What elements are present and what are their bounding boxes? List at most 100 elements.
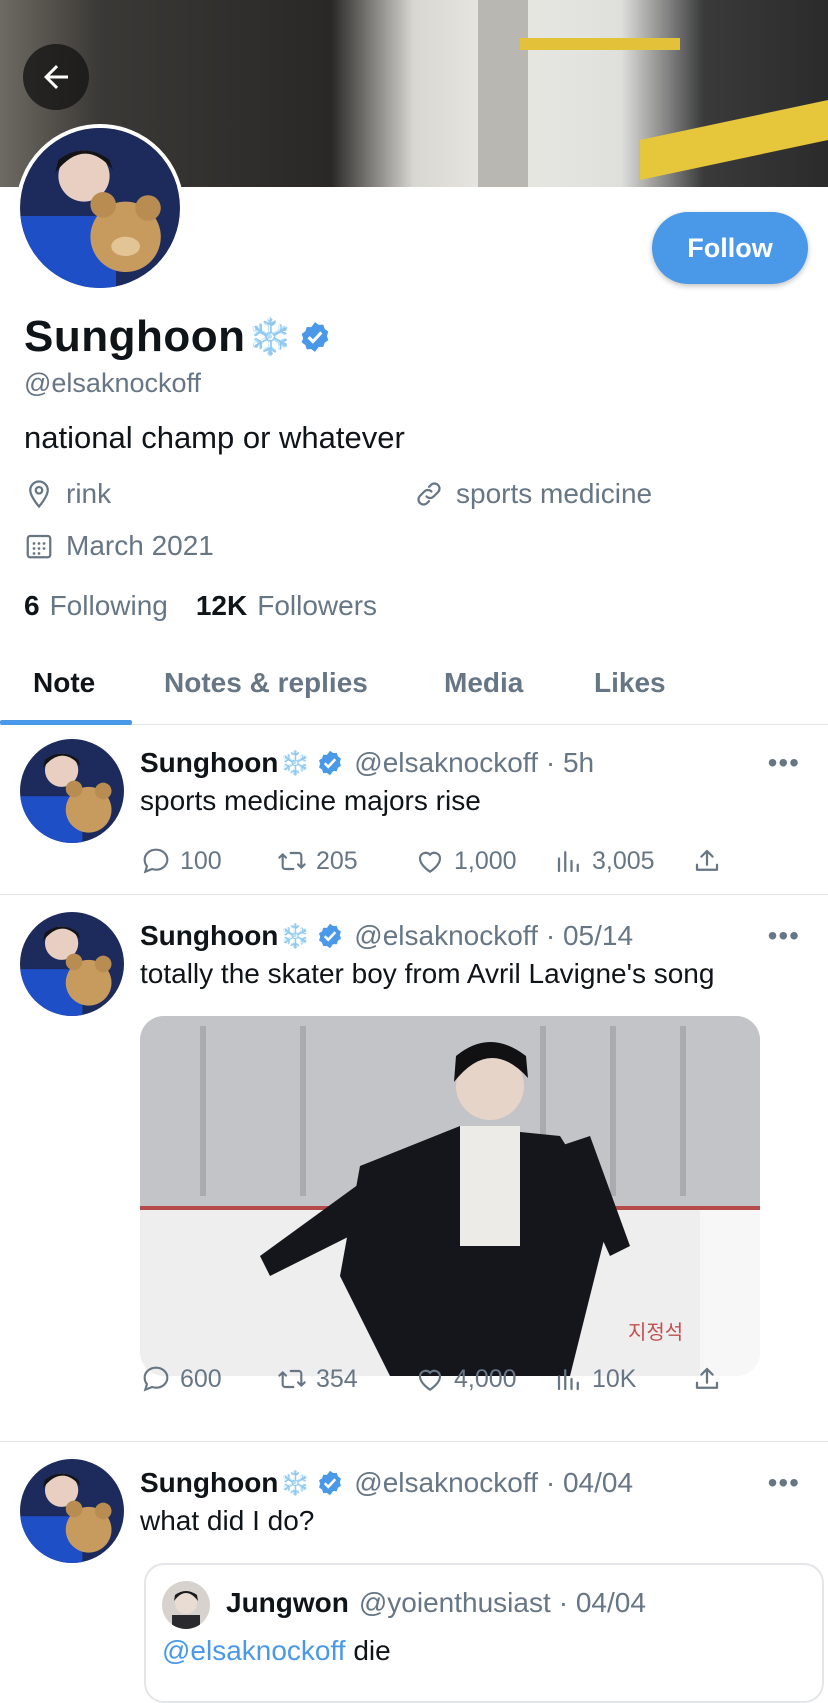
followers-label: Followers	[257, 590, 378, 621]
location-text: rink	[66, 478, 112, 509]
calendar-icon	[26, 534, 52, 559]
post-header: Sunghoon ❄️ @elsaknockoff · 04/04	[140, 1467, 633, 1499]
banner-detail	[640, 100, 828, 180]
display-name: Sunghoon	[24, 312, 246, 361]
post-author-name[interactable]: Sunghoon	[140, 920, 278, 952]
avatar-image	[20, 1459, 124, 1563]
post-time: · 5h	[545, 747, 595, 778]
post-header: Sunghoon ❄️ @elsaknockoff · 05/14	[140, 920, 633, 952]
renote-icon	[278, 851, 306, 871]
following-link[interactable]: 6 Following	[24, 590, 168, 622]
avatar-image	[20, 739, 124, 843]
joined-text: March 2021	[66, 530, 214, 561]
share-button[interactable]	[692, 1359, 730, 1399]
location-pin-icon	[29, 480, 49, 509]
renote-icon	[278, 1369, 306, 1389]
views-chart-icon	[557, 851, 579, 873]
snowflake-emoji: ❄️	[280, 749, 311, 777]
post-avatar[interactable]	[20, 1459, 124, 1563]
renote-count: 354	[316, 1364, 358, 1393]
reply-button[interactable]: 600	[140, 1359, 222, 1399]
renote-button[interactable]: 354	[276, 1359, 358, 1399]
reply-button[interactable]: 100	[140, 841, 222, 881]
post-author-name[interactable]: Sunghoon	[140, 1467, 278, 1499]
post-author-handle: @elsaknockoff	[354, 1467, 538, 1498]
profile-name-row: Sunghoon ❄️	[24, 312, 332, 362]
more-options-button[interactable]: •••	[768, 920, 800, 952]
post-author-handle: @elsaknockoff	[354, 920, 538, 951]
profile-bio: national champ or whatever	[24, 420, 405, 455]
tab-notes-replies[interactable]: Notes & replies	[164, 642, 368, 724]
quote-avatar	[162, 1581, 210, 1629]
post-actions: 600 354 4,000 10K	[140, 1359, 740, 1399]
post-header: Sunghoon ❄️ @elsaknockoff · 5h	[140, 747, 594, 779]
rink-sign: 지정석	[628, 1320, 684, 1344]
following-label: Following	[49, 590, 168, 621]
snowflake-emoji: ❄️	[247, 316, 293, 357]
more-options-button[interactable]: •••	[768, 747, 800, 779]
renote-button[interactable]: 205	[276, 841, 358, 881]
views-button[interactable]: 3,005	[554, 841, 655, 881]
like-count: 1,000	[454, 846, 517, 875]
verified-badge-icon	[319, 1470, 342, 1496]
verified-badge-icon	[319, 750, 342, 776]
reply-icon	[143, 1366, 169, 1392]
share-icon	[695, 849, 719, 871]
quote-time: · 04/04	[558, 1587, 646, 1618]
avatar-image	[162, 1581, 210, 1629]
reply-icon	[143, 848, 169, 874]
snowflake-emoji: ❄️	[280, 922, 311, 950]
more-options-button[interactable]: •••	[768, 1467, 800, 1499]
quote-mention-link[interactable]: @elsaknockoff	[162, 1635, 346, 1666]
post-avatar[interactable]	[20, 739, 124, 843]
quote-author-name[interactable]: Jungwon	[226, 1587, 349, 1619]
website-text[interactable]: sports medicine	[456, 478, 652, 510]
arrow-left-icon	[44, 65, 68, 89]
followers-link[interactable]: 12K Followers	[196, 590, 377, 622]
post-media-image[interactable]: 지정석	[140, 1016, 760, 1376]
post-author-name[interactable]: Sunghoon	[140, 747, 278, 779]
back-button[interactable]	[23, 44, 89, 110]
post-time: · 05/14	[545, 920, 634, 951]
renote-count: 205	[316, 846, 358, 875]
banner-detail	[520, 38, 680, 50]
views-count: 3,005	[592, 846, 655, 875]
quote-header: Jungwon @yoienthusiast · 04/04	[226, 1587, 646, 1619]
follow-counts: 6 Following 12K Followers	[24, 590, 405, 622]
like-count: 4,000	[454, 1364, 517, 1393]
views-chart-icon	[557, 1369, 579, 1391]
profile-website[interactable]: sports medicine	[414, 478, 652, 510]
quoted-note[interactable]: Jungwon @yoienthusiast · 04/04 @elsaknoc…	[144, 1563, 824, 1703]
profile-location: rink	[24, 478, 111, 510]
avatar-image	[20, 912, 124, 1016]
tab-note[interactable]: Note	[33, 642, 95, 724]
share-icon	[695, 1367, 719, 1389]
post-item[interactable]: Sunghoon ❄️ @elsaknockoff · 5h ••• sport…	[0, 725, 828, 895]
views-button[interactable]: 10K	[554, 1359, 636, 1399]
profile-joined: March 2021	[24, 530, 214, 562]
heart-icon	[418, 1369, 442, 1391]
like-button[interactable]: 1,000	[414, 841, 517, 881]
post-actions: 100 205 1,000 3,005	[140, 841, 740, 881]
quote-body: die	[353, 1635, 391, 1666]
post-avatar[interactable]	[20, 912, 124, 1016]
post-time: · 04/04	[545, 1467, 634, 1498]
profile-avatar[interactable]	[16, 124, 184, 292]
post-text: what did I do?	[140, 1505, 315, 1536]
banner-detail	[478, 0, 528, 187]
quote-author-handle: @yoienthusiast	[358, 1587, 551, 1618]
post-item[interactable]: Sunghoon ❄️ @elsaknockoff · 05/14 ••• to…	[0, 895, 828, 1442]
avatar-image	[20, 128, 180, 288]
tab-likes[interactable]: Likes	[594, 642, 666, 724]
views-count: 10K	[592, 1364, 637, 1393]
heart-icon	[418, 851, 442, 873]
share-button[interactable]	[692, 841, 730, 881]
quote-text: @elsaknockoff die	[162, 1635, 391, 1667]
post-author-handle: @elsaknockoff	[354, 747, 538, 778]
verified-badge-icon	[319, 923, 342, 949]
verified-badge-icon	[302, 322, 329, 352]
like-button[interactable]: 4,000	[414, 1359, 517, 1399]
tab-media[interactable]: Media	[444, 642, 523, 724]
follow-button[interactable]: Follow	[652, 212, 808, 284]
reply-count: 100	[180, 846, 222, 875]
